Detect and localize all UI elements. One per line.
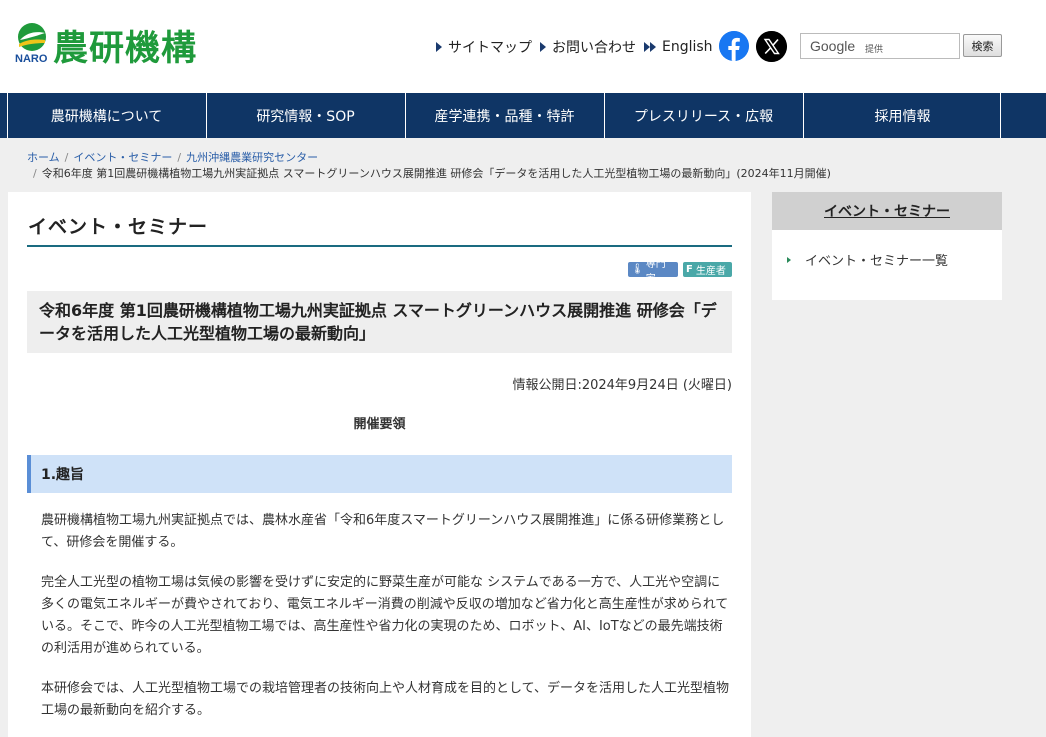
triangle-right-icon <box>787 256 791 263</box>
breadcrumb-separator: / <box>177 151 182 164</box>
paragraph: 本研修会では、人工光型植物工場での栽培管理者の技術向上や人材育成を目的として、デ… <box>41 681 729 718</box>
google-brand-text: Google <box>810 38 856 54</box>
nav-item-edge <box>1000 93 1046 138</box>
header-links: サイトマップ お問い合わせ English <box>436 37 721 57</box>
nav-item-about[interactable]: 農研機構について <box>7 93 205 138</box>
facebook-icon[interactable] <box>719 31 749 61</box>
triangle-right-icon <box>540 42 546 52</box>
breadcrumb-current: 令和6年度 第1回農研機構植物工場九州実証拠点 スマートグリーンハウス展開推進 … <box>41 167 831 180</box>
nav-item-recruit[interactable]: 採用情報 <box>803 93 1001 138</box>
heading-divider <box>27 245 732 247</box>
site-header: NARO 農研機構 サイトマップ お問い合わせ English Google 提… <box>0 0 1046 93</box>
paragraph: 完全人工光型の植物工場は気候の影響を受けずに安定的に野菜生産が可能な システムで… <box>41 575 729 656</box>
search-button[interactable]: 検索 <box>963 34 1002 57</box>
main-content: イベント・セミナー 🌡 専門家 F 生産者 令和6年度 第1回農研機構植物工場九州実… <box>8 192 751 737</box>
google-powered-text: 提供 <box>865 45 884 55</box>
sitemap-link[interactable]: サイトマップ <box>436 37 532 57</box>
article-title: 令和6年度 第1回農研機構植物工場九州実証拠点 スマートグリーンハウス展開推進 … <box>27 291 732 353</box>
tag-producer-label: 生産者 <box>695 266 726 277</box>
publish-date: 情報公開日:2024年9月24日 (火曜日) <box>512 378 732 393</box>
search-input[interactable]: Google 提供 <box>800 33 960 59</box>
breadcrumb: ホーム / イベント・セミナー / 九州沖縄農業研究センター <box>27 149 318 165</box>
x-twitter-icon[interactable] <box>756 31 787 62</box>
logo-name: 農研機構 <box>53 29 198 69</box>
paragraph: 農研機構植物工場九州実証拠点では、農林水産省「令和6年度スマートグリーンハウス展… <box>41 513 725 550</box>
breadcrumb-home[interactable]: ホーム <box>27 151 60 164</box>
contact-label: お問い合わせ <box>552 40 636 56</box>
tag-producer: F 生産者 <box>683 262 732 277</box>
nav-item-collaboration[interactable]: 産学連携・品種・特許 <box>405 93 603 138</box>
f-letter-icon: F <box>686 264 693 275</box>
breadcrumb-separator: / <box>33 167 37 180</box>
breadcrumb-kyushu[interactable]: 九州沖縄農業研究センター <box>186 151 318 164</box>
breadcrumb-current-row: / 令和6年度 第1回農研機構植物工場九州実証拠点 スマートグリーンハウス展開推進… <box>33 165 831 181</box>
thermometer-icon: 🌡 <box>631 264 644 275</box>
english-link[interactable]: English <box>644 39 713 55</box>
subheading: 開催要領 <box>353 417 406 432</box>
tag-expert-label: 専門家 <box>645 258 666 285</box>
nav-item-research[interactable]: 研究情報・SOP <box>206 93 404 138</box>
logo-naro-text: NARO <box>15 53 48 65</box>
global-nav: 農研機構について 研究情報・SOP 産学連携・品種・特許 プレスリリース・広報 … <box>0 93 1046 138</box>
sitemap-label: サイトマップ <box>448 40 532 56</box>
triangle-right-icon <box>436 42 442 52</box>
double-triangle-right-icon <box>644 42 656 52</box>
breadcrumb-separator: / <box>64 151 69 164</box>
english-label: English <box>662 39 713 55</box>
sidebar-item-event-list[interactable]: イベント・セミナー一覧 <box>787 250 948 269</box>
sidebar-item-label: イベント・セミナー一覧 <box>805 254 949 269</box>
sidebar: イベント・セミナー イベント・セミナー一覧 <box>772 192 1002 300</box>
site-logo[interactable]: NARO 農研機構 <box>15 22 220 69</box>
section-heading: 1.趣旨 <box>27 455 732 493</box>
sidebar-heading[interactable]: イベント・セミナー <box>772 192 1002 230</box>
naro-leaf-icon <box>18 23 46 51</box>
breadcrumb-events[interactable]: イベント・セミナー <box>73 151 172 164</box>
tag-expert: 🌡 専門家 <box>628 259 678 285</box>
page-heading: イベント・セミナー <box>28 216 209 238</box>
nav-item-press[interactable]: プレスリリース・広報 <box>604 93 802 138</box>
contact-link[interactable]: お問い合わせ <box>540 37 636 57</box>
